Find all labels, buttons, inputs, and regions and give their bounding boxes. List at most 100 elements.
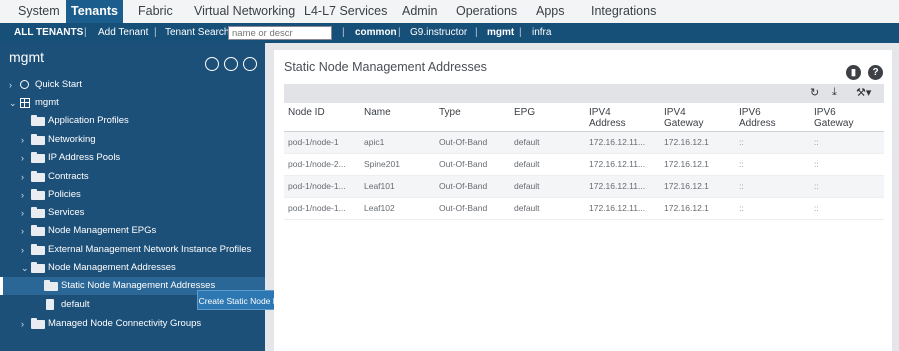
- sidebar-item-ip-address-pools[interactable]: › IP Address Pools: [0, 149, 265, 167]
- cell-ipv6-gateway: ::: [814, 181, 819, 191]
- addresses-table: Node ID Name Type EPG IPV4 Address IPV4 …: [284, 103, 884, 220]
- folder-icon: [31, 318, 45, 329]
- cell-ipv4-address: 172.16.12.11...: [589, 181, 646, 191]
- table-row[interactable]: pod-1/node-1 apic1 Out-Of-Band default 1…: [284, 132, 884, 154]
- tenant-bar: ALL TENANTS | Add Tenant | Tenant Search…: [0, 23, 899, 43]
- top-menu: System Tenants Fabric Virtual Networking…: [0, 0, 899, 24]
- table-toolbar: ↻ ⤓ ⚒▾: [284, 84, 884, 103]
- tab-admin[interactable]: Admin: [402, 0, 437, 23]
- chevron-right-icon[interactable]: ›: [21, 315, 24, 333]
- folder-icon: [31, 189, 45, 200]
- separator: |: [475, 27, 478, 38]
- folder-icon: [31, 171, 45, 182]
- sidebar-item-label: Managed Node Connectivity Groups: [48, 318, 202, 329]
- sidebar-item-label: default: [61, 299, 90, 310]
- sidebar-item-label: Contracts: [48, 171, 89, 182]
- download-icon[interactable]: ⤓: [832, 86, 837, 99]
- sidebar-item-label: Static Node Management Addresses: [61, 280, 216, 291]
- column-header[interactable]: EPG: [514, 107, 535, 118]
- tab-system[interactable]: System: [18, 0, 60, 23]
- tenant-search-input[interactable]: [228, 26, 332, 40]
- table-row[interactable]: pod-1/node-1... Leaf101 Out-Of-Band defa…: [284, 176, 884, 198]
- cell-type: Out-Of-Band: [439, 137, 488, 147]
- folder-icon: [31, 262, 45, 273]
- chevron-right-icon[interactable]: ›: [21, 222, 24, 240]
- chevron-right-icon[interactable]: ›: [21, 204, 24, 222]
- tab-fabric[interactable]: Fabric: [138, 0, 173, 23]
- sidebar-refresh-icon[interactable]: [243, 57, 257, 71]
- sidebar-item-mgmt[interactable]: ⌄ mgmt: [0, 94, 265, 112]
- all-tenants-link[interactable]: ALL TENANTS: [14, 23, 83, 43]
- column-header[interactable]: Node ID: [288, 107, 325, 118]
- chevron-right-icon[interactable]: ›: [21, 186, 24, 204]
- cell-ipv4-gateway: 172.16.12.1: [664, 137, 709, 147]
- tab-integrations[interactable]: Integrations: [591, 0, 656, 23]
- sidebar-item-label: Policies: [48, 189, 81, 200]
- sidebar-item-label: Networking: [48, 134, 96, 145]
- sidebar-item-contracts[interactable]: › Contracts: [0, 168, 265, 186]
- cell-type: Out-Of-Band: [439, 181, 488, 191]
- sidebar-item-policies[interactable]: › Policies: [0, 186, 265, 204]
- cell-ipv4-gateway: 172.16.12.1: [664, 159, 709, 169]
- tools-icon[interactable]: ⚒▾: [856, 86, 871, 99]
- folder-icon: [31, 207, 45, 218]
- tenant-common-link[interactable]: common: [355, 23, 397, 43]
- sidebar-item-node-management-epgs[interactable]: › Node Management EPGs: [0, 222, 265, 240]
- bookmark-icon[interactable]: ▮: [846, 65, 861, 80]
- sidebar-item-node-management-addresses[interactable]: ⌄ Node Management Addresses: [0, 259, 265, 277]
- sidebar-item-label: Services: [48, 207, 85, 218]
- folder-icon: [31, 152, 45, 163]
- sidebar-item-services[interactable]: › Services: [0, 204, 265, 222]
- sidebar-item-external-management-network-instance-profiles[interactable]: › External Management Network Instance P…: [0, 241, 265, 259]
- tab-l4-l7-services[interactable]: L4-L7 Services: [304, 0, 387, 23]
- sidebar-item-networking[interactable]: › Networking: [0, 131, 265, 149]
- folder-icon: [31, 244, 45, 255]
- sidebar-item-quick-start[interactable]: › Quick Start: [0, 76, 265, 94]
- tenant-grid-icon: [20, 98, 30, 108]
- sidebar-item-label: Quick Start: [35, 79, 82, 90]
- sidebar-item-managed-node-connectivity-groups[interactable]: › Managed Node Connectivity Groups: [0, 315, 265, 333]
- folder-icon: [31, 115, 45, 126]
- document-icon: [46, 299, 54, 310]
- tab-virtual-networking[interactable]: Virtual Networking: [194, 0, 295, 23]
- column-header[interactable]: IPV6 Address: [739, 107, 799, 129]
- cell-ipv6-address: ::: [739, 159, 744, 169]
- tenant-mgmt-link[interactable]: mgmt: [487, 23, 514, 43]
- sidebar-item-application-profiles[interactable]: Application Profiles: [0, 112, 265, 130]
- chevron-right-icon[interactable]: ›: [21, 241, 24, 259]
- chevron-right-icon[interactable]: ›: [21, 131, 24, 149]
- tenant-infra-link[interactable]: infra: [532, 23, 551, 43]
- chevron-right-icon[interactable]: ›: [21, 149, 24, 167]
- column-header[interactable]: IPV4 Gateway: [664, 107, 724, 129]
- refresh-icon[interactable]: ↻: [810, 86, 819, 99]
- tab-apps[interactable]: Apps: [536, 0, 565, 23]
- separator: |: [154, 27, 157, 38]
- column-header[interactable]: Name: [364, 107, 391, 118]
- column-header[interactable]: IPV6 Gateway: [814, 107, 874, 129]
- chevron-down-icon[interactable]: ⌄: [21, 259, 29, 277]
- tenant-instructor-link[interactable]: G9.instructor: [410, 23, 467, 43]
- column-header[interactable]: IPV4 Address: [589, 107, 649, 129]
- tab-tenants[interactable]: Tenants: [66, 0, 123, 23]
- sidebar-collapse-icon[interactable]: [205, 57, 219, 71]
- table-row[interactable]: pod-1/node-2... Spine201 Out-Of-Band def…: [284, 154, 884, 176]
- cell-ipv6-address: ::: [739, 137, 744, 147]
- cell-ipv6-gateway: ::: [814, 137, 819, 147]
- sidebar-menu-icon[interactable]: [224, 57, 238, 71]
- sidebar-item-label: External Management Network Instance Pro…: [48, 244, 252, 255]
- cell-node-id: pod-1/node-1...: [288, 181, 346, 191]
- add-tenant-link[interactable]: Add Tenant: [98, 23, 148, 43]
- tab-operations[interactable]: Operations: [456, 0, 517, 23]
- help-icon[interactable]: ?: [868, 65, 883, 80]
- sidebar-item-label: Node Management EPGs: [48, 225, 157, 236]
- table-row[interactable]: pod-1/node-1... Leaf102 Out-Of-Band defa…: [284, 198, 884, 220]
- column-header[interactable]: Type: [439, 107, 461, 118]
- cell-node-id: pod-1/node-1...: [288, 203, 346, 213]
- chevron-right-icon[interactable]: ›: [21, 168, 24, 186]
- folder-icon: [31, 134, 45, 145]
- sidebar-item-label: IP Address Pools: [48, 152, 121, 163]
- chevron-right-icon[interactable]: ›: [9, 76, 12, 94]
- separator: |: [519, 27, 522, 38]
- cell-ipv6-gateway: ::: [814, 203, 819, 213]
- chevron-down-icon[interactable]: ⌄: [9, 94, 17, 112]
